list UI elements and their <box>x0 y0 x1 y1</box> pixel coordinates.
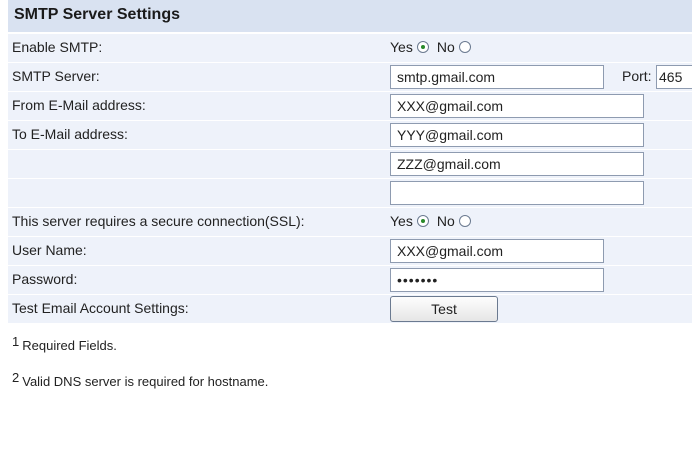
enable-smtp-radio-group: Yes No <box>390 39 479 55</box>
section-title: SMTP Server Settings <box>14 6 180 23</box>
password-input[interactable] <box>390 268 604 292</box>
to-email-input-1[interactable] <box>390 123 644 147</box>
user-name-label: User Name: <box>12 242 87 258</box>
footnote-required: 1 Required Fields. <box>12 334 117 353</box>
test-settings-label: Test Email Account Settings: <box>12 300 189 316</box>
row-ssl: This server requires a secure connection… <box>8 208 692 236</box>
row-from-email: From E-Mail address: <box>8 92 692 120</box>
ssl-yes-label: Yes <box>390 213 413 229</box>
ssl-label: This server requires a secure connection… <box>12 213 305 229</box>
row-enable-smtp: Enable SMTP: Yes No <box>8 34 692 62</box>
from-email-input[interactable] <box>390 94 644 118</box>
port-label: Port: <box>622 68 652 84</box>
footnote-dns: 2 Valid DNS server is required for hostna… <box>12 370 268 389</box>
smtp-settings-panel: SMTP Server Settings Enable SMTP: Yes No… <box>0 0 692 455</box>
row-password: Password: <box>8 266 692 294</box>
test-button[interactable]: Test <box>390 296 498 322</box>
user-name-input[interactable] <box>390 239 604 263</box>
enable-smtp-label: Enable SMTP: <box>12 39 103 55</box>
from-email-label: From E-Mail address: <box>12 97 146 113</box>
section-header: SMTP Server Settings <box>8 0 692 32</box>
enable-smtp-no-label: No <box>436 39 455 55</box>
password-label: Password: <box>12 271 78 287</box>
to-email-input-3[interactable] <box>390 181 644 205</box>
footnote-2-number: 2 <box>12 370 20 385</box>
footnote-2-text: Valid DNS server is required for hostnam… <box>22 374 269 389</box>
row-to-email-2 <box>8 150 692 178</box>
footnote-1-number: 1 <box>12 334 20 349</box>
ssl-yes-radio[interactable] <box>416 215 429 227</box>
enable-smtp-yes-label: Yes <box>390 39 413 55</box>
smtp-server-input[interactable] <box>390 65 604 89</box>
to-email-input-2[interactable] <box>390 152 644 176</box>
row-to-email: To E-Mail address: <box>8 121 692 149</box>
ssl-no-radio[interactable] <box>458 215 471 227</box>
enable-smtp-no-radio[interactable] <box>458 41 471 53</box>
row-user-name: User Name: <box>8 237 692 265</box>
to-email-label: To E-Mail address: <box>12 126 128 142</box>
ssl-radio-group: Yes No <box>390 213 479 229</box>
smtp-server-label: SMTP Server: <box>12 68 100 84</box>
row-to-email-3 <box>8 179 692 207</box>
footnote-1-text: Required Fields. <box>22 338 117 353</box>
port-input[interactable] <box>656 65 692 89</box>
row-test-settings: Test Email Account Settings: Test <box>8 295 692 323</box>
enable-smtp-yes-radio[interactable] <box>416 41 429 53</box>
ssl-no-label: No <box>436 213 455 229</box>
row-smtp-server: SMTP Server: Port: <box>8 63 692 91</box>
